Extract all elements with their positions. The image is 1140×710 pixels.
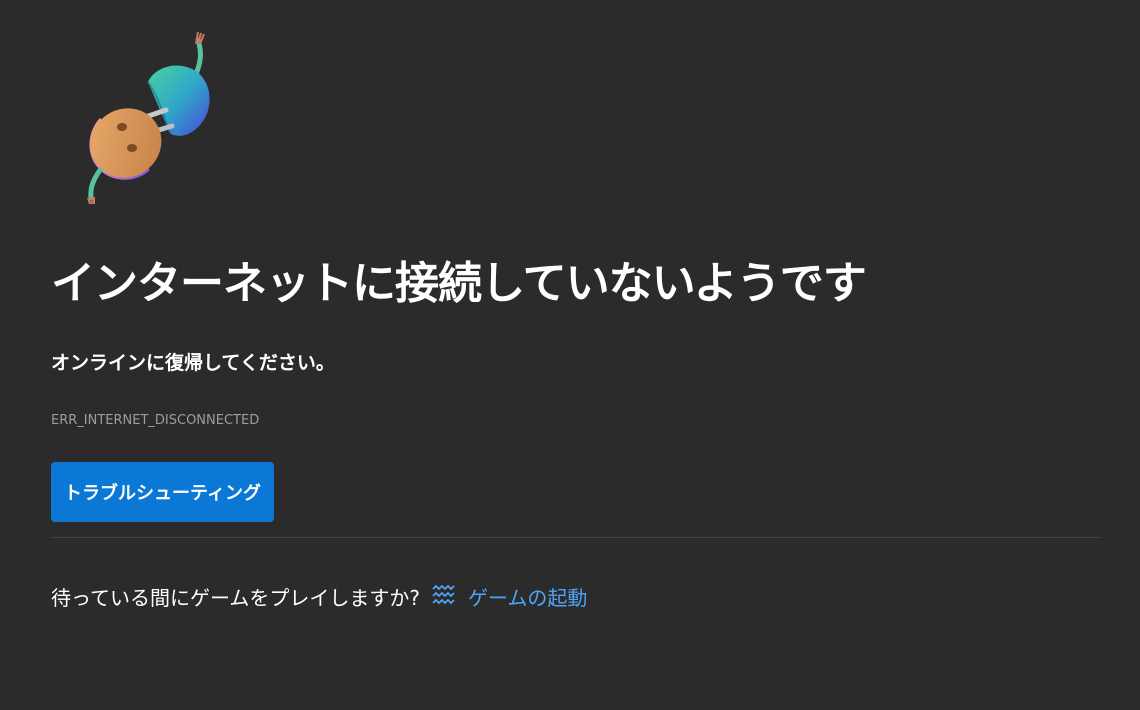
page-subtitle: オンラインに復帰してください。	[51, 352, 335, 374]
surf-icon	[432, 585, 455, 605]
error-page: インターネットに接続していないようです オンラインに復帰してください。 ERR_…	[0, 0, 1140, 710]
divider	[51, 537, 1101, 538]
game-prompt: 待っている間にゲームをプレイしますか?	[51, 585, 421, 610]
error-code: ERR_INTERNET_DISCONNECTED	[51, 413, 260, 428]
unplugged-cable-icon	[87, 31, 210, 205]
launch-game-label: ゲームの起動	[468, 585, 588, 610]
game-row: 待っている間にゲームをプレイしますか? ゲームの起動	[51, 580, 587, 612]
troubleshoot-button[interactable]: トラブルシューティング	[51, 462, 274, 522]
page-title: インターネットに接続していないようです	[51, 258, 867, 309]
launch-game-link[interactable]: ゲームの起動	[432, 582, 587, 611]
